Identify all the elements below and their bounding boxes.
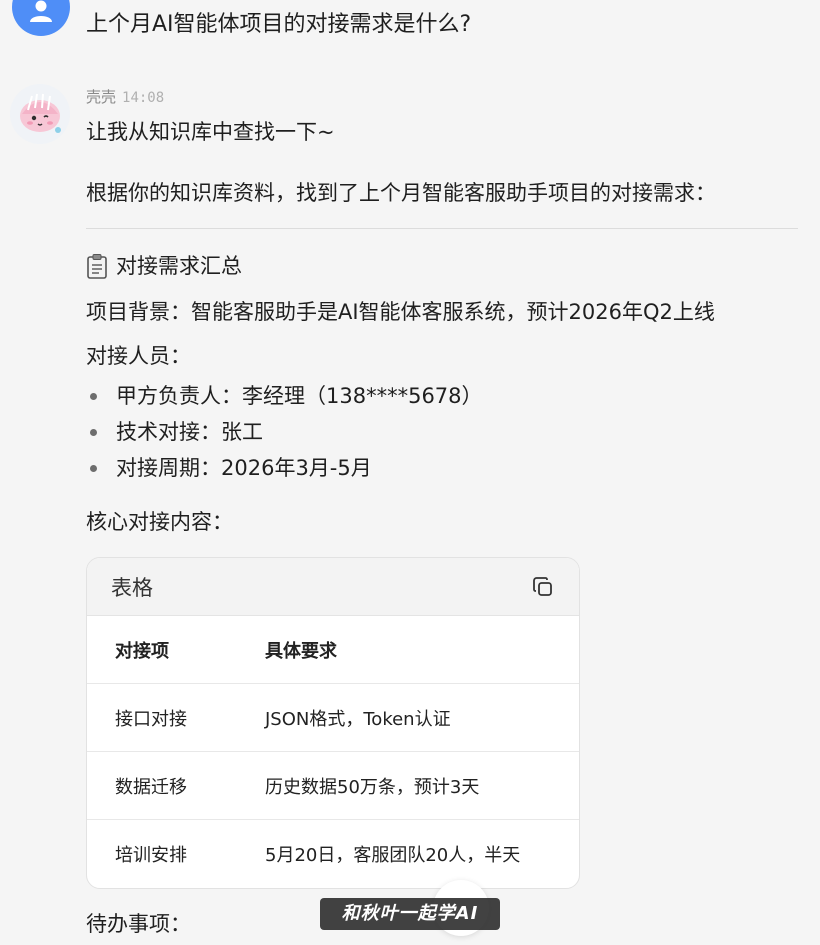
- list-item: 甲方负责人：李经理（138****5678）: [86, 378, 483, 414]
- table-cell: 培训安排: [115, 845, 187, 866]
- user-silhouette-icon: [30, 0, 52, 22]
- people-label: 对接人员：: [86, 344, 191, 368]
- intro-text: 让我从知识库中查找一下~: [86, 120, 335, 144]
- watermark: 和秋叶一起学AI: [320, 898, 500, 930]
- table-cell: 接口对接: [115, 708, 187, 730]
- chat-page: 上个月AI智能体项目的对接需求是什么? 壳壳 14:08 让我从知识库中查找一下~…: [0, 0, 820, 945]
- clipboard-icon: [87, 254, 107, 279]
- people-list: 甲方负责人：李经理（138****5678） 技术对接：张工 对接周期：2026…: [86, 378, 483, 486]
- core-label: 核心对接内容：: [86, 510, 233, 534]
- list-item: 技术对接：张工: [86, 414, 483, 450]
- user-question: 上个月AI智能体项目的对接需求是什么?: [86, 12, 472, 37]
- table-row: 培训安排 5月20日，客服团队20人，半天: [87, 820, 579, 888]
- bot-avatar: [10, 84, 70, 144]
- table-row: 接口对接 JSON格式，Token认证: [87, 684, 579, 752]
- bot-header: 壳壳 14:08: [86, 86, 164, 109]
- column-header: 具体要求: [265, 640, 337, 662]
- table-row: 数据迁移 历史数据50万条，预计3天: [87, 752, 579, 820]
- list-item: 对接周期：2026年3月-5月: [86, 450, 483, 486]
- section-heading: 对接需求汇总: [86, 251, 242, 281]
- bot-name: 壳壳: [86, 88, 117, 106]
- table-cell: 5月20日，客服团队20人，半天: [265, 845, 521, 866]
- table-card: 表格 对接项 具体要求 接口对接 JSON格式，Token认证 数据迁移 历史数…: [86, 557, 580, 889]
- message-time: 14:08: [122, 90, 165, 106]
- table-cell: 历史数据50万条，预计3天: [265, 776, 480, 798]
- copy-icon: [533, 576, 552, 596]
- column-header: 对接项: [115, 640, 169, 662]
- todo-label: 待办事项：: [86, 912, 191, 936]
- project-background: 项目背景：智能客服助手是AI智能体客服系统，预计2026年Q2上线: [86, 300, 715, 324]
- table-cell: 数据迁移: [115, 776, 187, 798]
- table-title: 表格: [111, 575, 153, 600]
- divider: [86, 228, 798, 229]
- shell-mascot-icon: [20, 93, 61, 133]
- table-header-row: 对接项 具体要求: [87, 616, 579, 684]
- user-avatar: [12, 0, 70, 36]
- table-cell: JSON格式，Token认证: [265, 708, 451, 730]
- table-header-bar: 表格: [87, 558, 579, 616]
- summary-line: 根据你的知识库资料，找到了上个月智能客服助手项目的对接需求：: [86, 181, 716, 205]
- section-title: 对接需求汇总: [116, 254, 242, 278]
- copy-button[interactable]: [529, 573, 557, 601]
